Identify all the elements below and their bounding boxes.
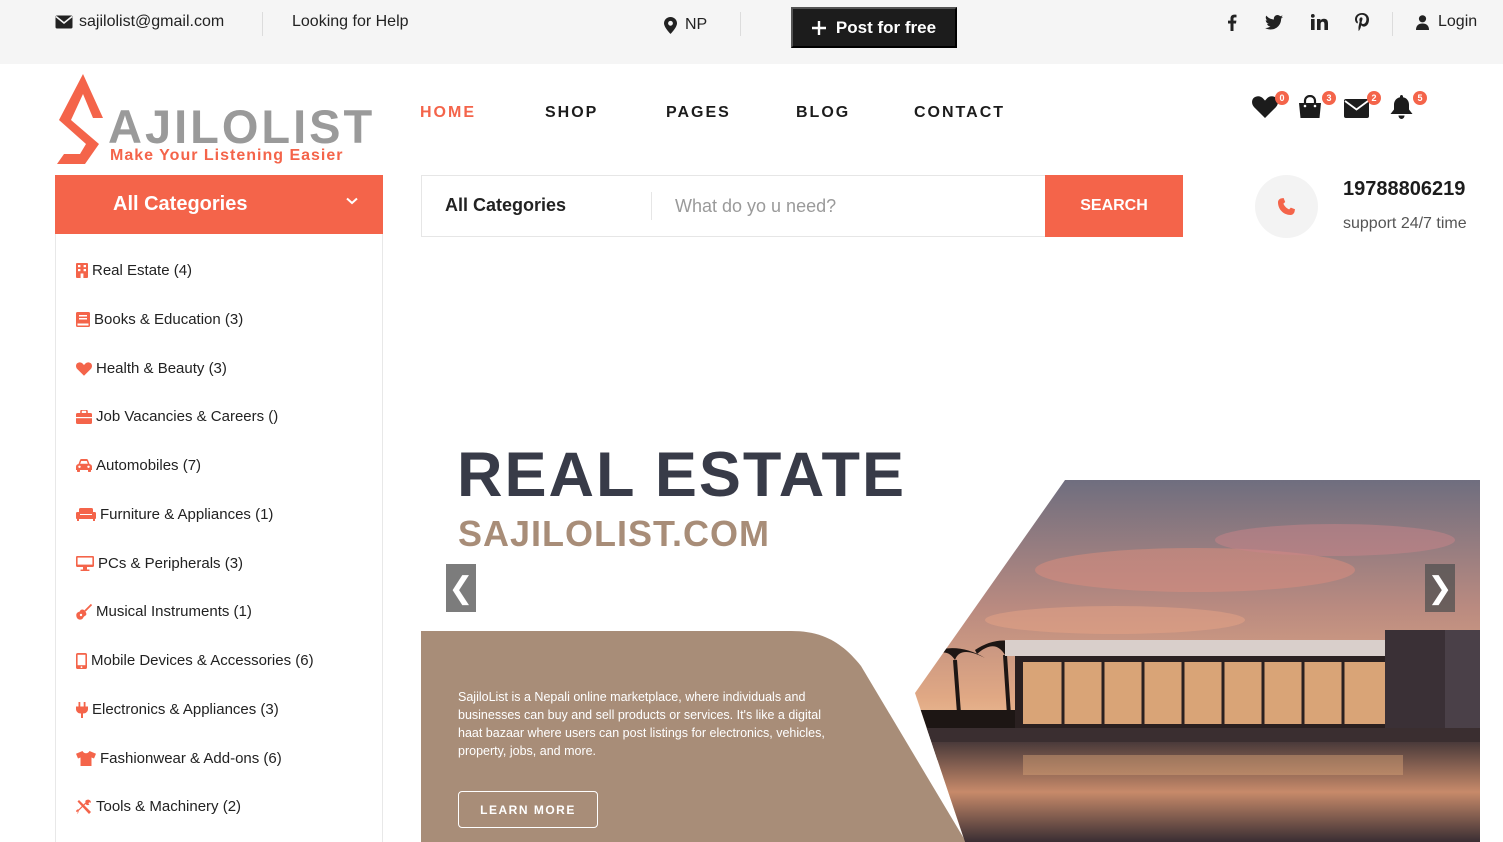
category-list: Real Estate (4) Books & Education (3) He… bbox=[55, 234, 383, 842]
car-icon bbox=[76, 459, 92, 472]
category-item-job-vacancies[interactable]: Job Vacancies & Careers () bbox=[76, 408, 278, 425]
mobile-icon bbox=[76, 652, 87, 669]
hero-description: SajiloList is a Nepali online marketplac… bbox=[458, 690, 825, 758]
category-label: Furniture & Appliances (1) bbox=[100, 506, 274, 523]
nav-shop[interactable]: SHOP bbox=[545, 104, 598, 122]
nav-blog[interactable]: BLOG bbox=[796, 104, 850, 122]
category-label: Electronics & Appliances (3) bbox=[92, 701, 279, 718]
chevron-down-icon bbox=[346, 197, 358, 205]
carousel-next-button[interactable]: ❯ bbox=[1425, 564, 1455, 612]
divider bbox=[651, 192, 652, 220]
all-categories-label: All Categories bbox=[113, 193, 248, 215]
category-item-mobile-devices[interactable]: Mobile Devices & Accessories (6) bbox=[76, 652, 314, 669]
nav-pages[interactable]: PAGES bbox=[666, 104, 731, 122]
linkedin-icon[interactable] bbox=[1309, 12, 1329, 32]
building-icon bbox=[76, 263, 88, 278]
category-item-automobiles[interactable]: Automobiles (7) bbox=[76, 457, 201, 474]
category-item-fashionwear[interactable]: Fashionwear & Add-ons (6) bbox=[76, 750, 282, 767]
category-item-health-beauty[interactable]: Health & Beauty (3) bbox=[76, 360, 227, 377]
category-label: Job Vacancies & Careers () bbox=[96, 408, 279, 425]
bell-icon bbox=[1390, 95, 1413, 119]
top-bar: sajilolist@gmail.com Looking for Help NP… bbox=[0, 0, 1503, 64]
learn-more-button[interactable]: LEARN MORE bbox=[458, 791, 598, 828]
all-categories-dropdown[interactable]: All Categories bbox=[55, 175, 383, 234]
category-item-musical-instruments[interactable]: Musical Instruments (1) bbox=[76, 603, 252, 620]
login-label: Login bbox=[1438, 13, 1478, 30]
cart-button[interactable]: 3 bbox=[1298, 91, 1336, 124]
divider bbox=[740, 12, 741, 36]
category-label: Real Estate (4) bbox=[92, 262, 193, 279]
guitar-icon bbox=[76, 603, 92, 620]
category-item-real-estate[interactable]: Real Estate (4) bbox=[76, 262, 192, 279]
twitter-icon[interactable] bbox=[1264, 12, 1284, 32]
envelope-icon bbox=[55, 15, 73, 29]
location-text: NP bbox=[685, 16, 708, 33]
plug-icon bbox=[76, 701, 88, 718]
hero-subtitle: SAJILOLIST.COM bbox=[458, 513, 771, 554]
pinterest-icon[interactable] bbox=[1352, 12, 1372, 32]
book-icon bbox=[76, 312, 90, 327]
divider bbox=[1392, 12, 1393, 36]
carousel-prev-button[interactable]: ❮ bbox=[446, 564, 476, 612]
help-link[interactable]: Looking for Help bbox=[292, 13, 409, 31]
hero-house-image bbox=[915, 480, 1480, 842]
category-label: Tools & Machinery (2) bbox=[96, 798, 242, 815]
category-label: Automobiles (7) bbox=[96, 457, 202, 474]
search-button[interactable]: SEARCH bbox=[1045, 175, 1183, 237]
shopping-bag-icon bbox=[1299, 95, 1321, 118]
post-for-free-button[interactable]: Post for free bbox=[791, 7, 957, 48]
tshirt-icon bbox=[76, 751, 96, 766]
facebook-icon[interactable] bbox=[1222, 12, 1242, 32]
login-link[interactable]: Login bbox=[1416, 13, 1477, 31]
notifications-count-badge: 5 bbox=[1413, 91, 1427, 105]
support-hours-text: support 24/7 time bbox=[1343, 215, 1467, 232]
support-phone-number[interactable]: 19788806219 bbox=[1343, 178, 1465, 201]
cart-count-badge: 3 bbox=[1322, 91, 1336, 105]
logo-mark bbox=[57, 74, 103, 164]
search-bar: All Categories SEARCH bbox=[421, 175, 1183, 237]
search-input[interactable] bbox=[675, 189, 1035, 223]
divider bbox=[262, 12, 263, 36]
category-label: Mobile Devices & Accessories (6) bbox=[91, 652, 314, 669]
envelope-icon bbox=[1344, 99, 1369, 118]
nav-home[interactable]: HOME bbox=[420, 104, 476, 122]
heart-icon bbox=[76, 361, 92, 376]
category-item-furniture[interactable]: Furniture & Appliances (1) bbox=[76, 506, 273, 523]
phone-icon bbox=[1278, 198, 1295, 215]
phone-icon-circle bbox=[1255, 175, 1318, 238]
user-icon bbox=[1416, 14, 1429, 30]
messages-button[interactable]: 2 bbox=[1344, 91, 1381, 124]
category-item-electronics[interactable]: Electronics & Appliances (3) bbox=[76, 701, 279, 718]
wishlist-count-badge: 0 bbox=[1275, 91, 1289, 105]
category-label: Health & Beauty (3) bbox=[96, 360, 227, 377]
category-item-pcs-peripherals[interactable]: PCs & Peripherals (3) bbox=[76, 555, 243, 572]
plus-icon bbox=[811, 20, 826, 35]
notifications-button[interactable]: 5 bbox=[1390, 91, 1427, 124]
search-category-select[interactable]: All Categories bbox=[445, 195, 566, 216]
map-marker-icon bbox=[664, 16, 677, 34]
location-selector[interactable]: NP bbox=[664, 16, 707, 34]
email-text: sajilolist@gmail.com bbox=[79, 13, 225, 30]
logo-tagline: Make Your Listening Easier bbox=[110, 147, 344, 164]
logo-wordmark: AJILOLIST bbox=[108, 100, 376, 153]
category-item-tools-machinery[interactable]: Tools & Machinery (2) bbox=[76, 798, 241, 815]
category-label: PCs & Peripherals (3) bbox=[98, 555, 244, 572]
desktop-icon bbox=[76, 556, 94, 571]
briefcase-icon bbox=[76, 409, 92, 424]
post-label: Post for free bbox=[835, 17, 937, 37]
email-link[interactable]: sajilolist@gmail.com bbox=[55, 13, 224, 31]
category-label: Musical Instruments (1) bbox=[96, 603, 252, 620]
heart-icon bbox=[1252, 96, 1278, 118]
tools-icon bbox=[76, 799, 91, 814]
couch-icon bbox=[76, 508, 96, 521]
category-label: Books & Education (3) bbox=[94, 311, 244, 328]
site-logo[interactable]: AJILOLIST Make Your Listening Easier bbox=[55, 72, 385, 168]
nav-contact[interactable]: CONTACT bbox=[914, 104, 1005, 122]
category-item-books-education[interactable]: Books & Education (3) bbox=[76, 311, 243, 328]
messages-count-badge: 2 bbox=[1367, 91, 1381, 105]
hero-title: REAL ESTATE bbox=[457, 440, 907, 510]
category-label: Fashionwear & Add-ons (6) bbox=[100, 750, 282, 767]
wishlist-button[interactable]: 0 bbox=[1252, 91, 1289, 124]
